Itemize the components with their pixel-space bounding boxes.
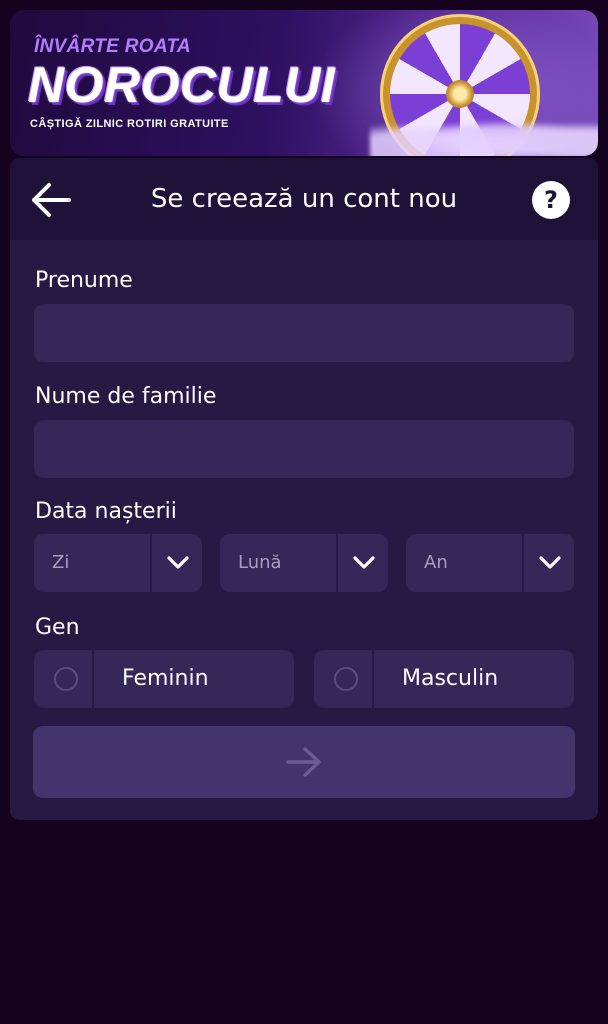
page-title: Se creează un cont nou [150, 184, 458, 214]
chevron-down-icon [340, 534, 388, 592]
month-select-value: Lună [238, 552, 282, 573]
next-button[interactable] [33, 726, 575, 798]
registration-card: Se creează un cont nou ? Prenume Nume de… [10, 158, 598, 820]
banner-subtitle: ÎNVÂRTE ROATA [34, 36, 191, 57]
last-name-label: Nume de familie [35, 384, 217, 409]
chevron-down-icon [526, 534, 574, 592]
help-button[interactable]: ? [532, 181, 570, 219]
arrow-left-icon [32, 183, 71, 217]
birth-date-label: Data nașterii [35, 499, 177, 524]
promo-banner[interactable]: ÎNVÂRTE ROATA NOROCULUI CÂȘTIGĂ ZILNIC R… [10, 10, 598, 156]
banner-tagline: CÂȘTIGĂ ZILNIC ROTIRI GRATUITE [30, 118, 229, 130]
first-name-label: Prenume [35, 268, 133, 293]
year-select[interactable]: An [406, 534, 574, 592]
gender-option-masculin[interactable]: Masculin [314, 650, 574, 708]
banner-clouds [370, 110, 598, 156]
radio-circle-icon [54, 667, 78, 691]
gender-option-label: Masculin [402, 666, 499, 691]
day-select-value: Zi [52, 552, 70, 573]
first-name-input[interactable] [34, 304, 574, 362]
month-select-divider [336, 534, 338, 592]
arrow-right-icon [286, 747, 321, 777]
chevron-down-icon [154, 534, 202, 592]
month-select[interactable]: Lună [220, 534, 388, 592]
radio-divider [92, 650, 94, 708]
gender-option-label: Feminin [122, 666, 209, 691]
radio-divider [372, 650, 374, 708]
gender-option-feminin[interactable]: Feminin [34, 650, 294, 708]
last-name-input[interactable] [34, 420, 574, 478]
radio-circle-icon [334, 667, 358, 691]
day-select[interactable]: Zi [34, 534, 202, 592]
year-select-value: An [424, 552, 448, 573]
fortune-wheel-hub [446, 80, 474, 108]
back-button[interactable] [30, 179, 72, 221]
day-select-divider [150, 534, 152, 592]
banner-title: NOROCULUI [28, 57, 336, 113]
year-select-divider [522, 534, 524, 592]
gender-label: Gen [35, 615, 80, 640]
